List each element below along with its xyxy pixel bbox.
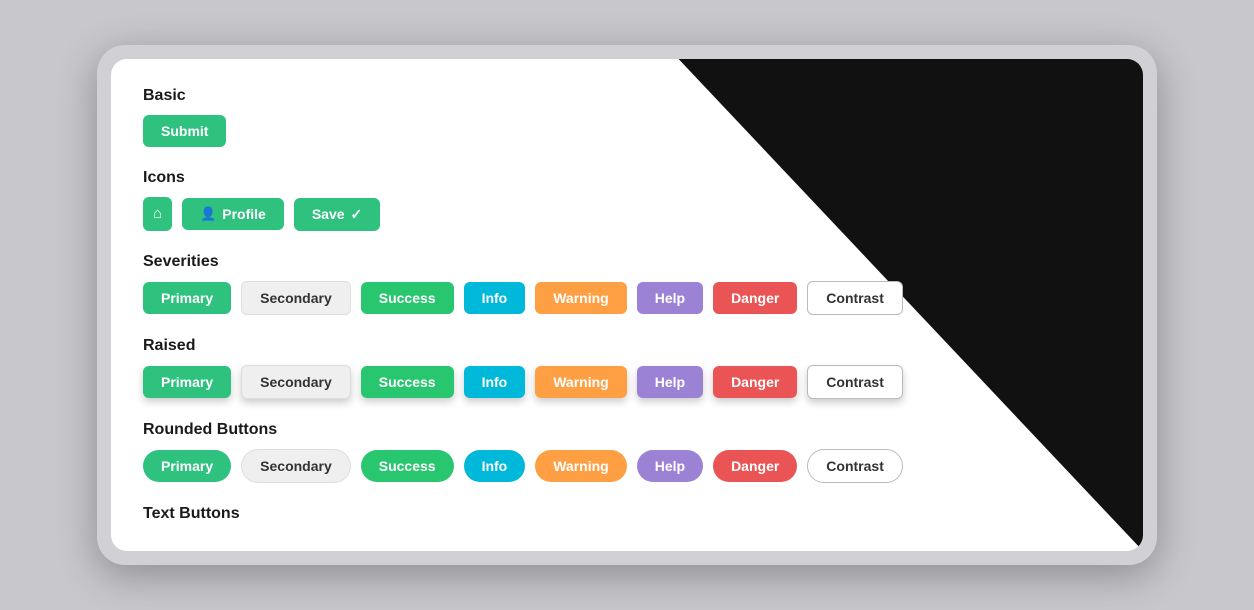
secondary-severity-button[interactable]: Secondary xyxy=(241,281,351,315)
info-severity-button[interactable]: Info xyxy=(464,282,526,314)
success-raised-button[interactable]: Success xyxy=(361,366,454,398)
severities-title: Severities xyxy=(143,253,1111,271)
icons-title: Icons xyxy=(143,169,1111,187)
user-icon: 👤 xyxy=(200,206,216,222)
rounded-title: Rounded Buttons xyxy=(143,421,1111,439)
raised-title: Raised xyxy=(143,337,1111,355)
secondary-raised-button[interactable]: Secondary xyxy=(241,365,351,399)
help-severity-button[interactable]: Help xyxy=(637,282,703,314)
contrast-raised-button[interactable]: Contrast xyxy=(807,365,903,399)
danger-rounded-button[interactable]: Danger xyxy=(713,450,797,482)
warning-severity-button[interactable]: Warning xyxy=(535,282,626,314)
basic-title: Basic xyxy=(143,87,1111,105)
check-icon: ✓ xyxy=(351,206,363,223)
screen: Basic Submit Icons 👤 Profile xyxy=(111,59,1143,551)
main-content: Basic Submit Icons 👤 Profile xyxy=(111,59,1143,551)
basic-btn-row: Submit xyxy=(143,115,1111,147)
warning-rounded-button[interactable]: Warning xyxy=(535,450,626,482)
rounded-section: Rounded Buttons Primary Secondary Succes… xyxy=(143,421,1111,483)
help-rounded-button[interactable]: Help xyxy=(637,450,703,482)
info-rounded-button[interactable]: Info xyxy=(464,450,526,482)
warning-raised-button[interactable]: Warning xyxy=(535,366,626,398)
info-raised-button[interactable]: Info xyxy=(464,366,526,398)
contrast-rounded-button[interactable]: Contrast xyxy=(807,449,903,483)
help-raised-button[interactable]: Help xyxy=(637,366,703,398)
rounded-btn-row: Primary Secondary Success Info Warning H… xyxy=(143,449,1111,483)
raised-section: Raised Primary Secondary Success Info Wa… xyxy=(143,337,1111,399)
home-icon-button[interactable] xyxy=(143,197,172,231)
home-icon xyxy=(153,205,162,223)
primary-severity-button[interactable]: Primary xyxy=(143,282,231,314)
contrast-severity-button[interactable]: Contrast xyxy=(807,281,903,315)
profile-button[interactable]: 👤 Profile xyxy=(182,198,284,230)
icons-section: Icons 👤 Profile Save ✓ xyxy=(143,169,1111,231)
severities-btn-row: Primary Secondary Success Info Warning H… xyxy=(143,281,1111,315)
success-rounded-button[interactable]: Success xyxy=(361,450,454,482)
danger-raised-button[interactable]: Danger xyxy=(713,366,797,398)
basic-section: Basic Submit xyxy=(143,87,1111,147)
text-buttons-section: Text Buttons xyxy=(143,505,1111,523)
icons-btn-row: 👤 Profile Save ✓ xyxy=(143,197,1111,231)
submit-button[interactable]: Submit xyxy=(143,115,226,147)
raised-btn-row: Primary Secondary Success Info Warning H… xyxy=(143,365,1111,399)
text-buttons-title: Text Buttons xyxy=(143,505,1111,523)
primary-raised-button[interactable]: Primary xyxy=(143,366,231,398)
danger-severity-button[interactable]: Danger xyxy=(713,282,797,314)
success-severity-button[interactable]: Success xyxy=(361,282,454,314)
secondary-rounded-button[interactable]: Secondary xyxy=(241,449,351,483)
primary-rounded-button[interactable]: Primary xyxy=(143,450,231,482)
device-frame: Basic Submit Icons 👤 Profile xyxy=(97,45,1157,565)
save-button[interactable]: Save ✓ xyxy=(294,198,380,231)
severities-section: Severities Primary Secondary Success Inf… xyxy=(143,253,1111,315)
